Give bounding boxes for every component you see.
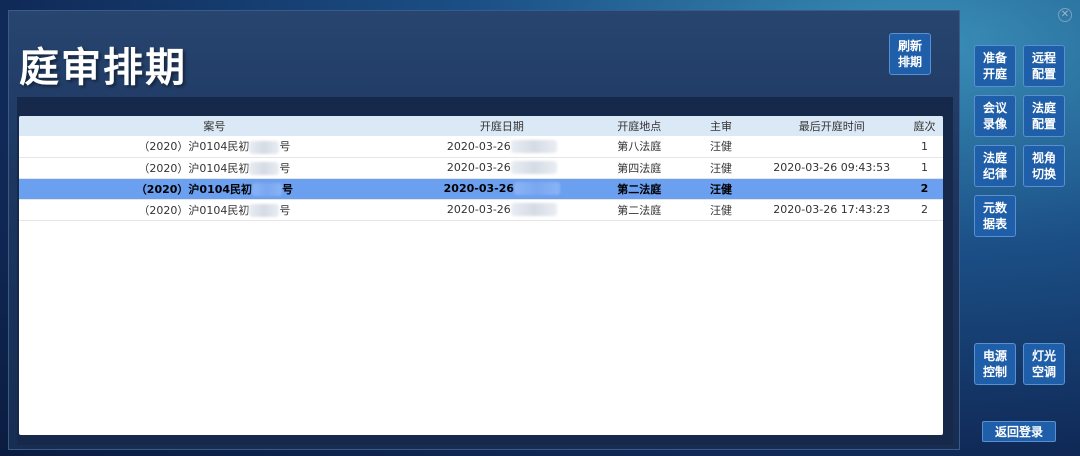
column-header-case-number[interactable]: 案号 <box>19 116 410 136</box>
hearing-date: 2020-03-26 <box>446 139 511 153</box>
case-number-suffix: 号 <box>282 182 294 196</box>
redacted-time <box>514 182 561 196</box>
case-number-prefix: （2020）沪0104民初 <box>138 161 250 175</box>
column-header-judge[interactable]: 主审 <box>685 116 758 136</box>
schedule-table: 案号 开庭日期 开庭地点 主审 最后开庭时间 庭次 （2020）沪0104民初号… <box>19 116 943 435</box>
judge-name: 汪健 <box>684 157 758 179</box>
redacted-time <box>510 161 557 175</box>
redacted-time <box>510 140 557 153</box>
metadata-table-button[interactable]: 元数据表 <box>974 195 1016 237</box>
last-hearing-time: 2020-03-26 09:43:53 <box>757 157 906 179</box>
case-number-suffix: 号 <box>279 140 291 154</box>
power-control-button[interactable]: 电源控制 <box>974 343 1016 385</box>
case-number-suffix: 号 <box>279 203 291 217</box>
table-row-selected[interactable]: （2020）沪0104民初 号 2020-03-26 第二法庭 汪健 2 <box>19 178 943 200</box>
back-to-login-button[interactable]: 返回登录 <box>982 421 1056 442</box>
close-icon[interactable]: ✕ <box>1058 8 1072 22</box>
hearing-date: 2020-03-26 <box>446 160 511 174</box>
judge-name: 汪健 <box>684 136 758 158</box>
redacted-time <box>510 203 557 217</box>
last-hearing-time: 2020-03-26 17:43:23 <box>757 199 906 221</box>
session-count: 1 <box>905 157 943 179</box>
prepare-hearing-button[interactable]: 准备开庭 <box>974 45 1016 87</box>
view-switch-button[interactable]: 视角切换 <box>1023 145 1065 187</box>
lights-ac-button[interactable]: 灯光空调 <box>1023 343 1065 385</box>
redacted-text <box>249 204 280 217</box>
case-number-suffix: 号 <box>279 161 291 175</box>
remote-config-button[interactable]: 远程配置 <box>1023 45 1065 87</box>
table-row[interactable]: （2020）沪0104民初 号 2020-03-26 第二法庭 汪健 2020-0… <box>19 199 943 221</box>
column-header-hearing-date[interactable]: 开庭日期 <box>410 116 594 136</box>
column-header-session-count[interactable]: 庭次 <box>906 116 943 136</box>
session-count: 1 <box>905 136 943 158</box>
table-header-row: 案号 开庭日期 开庭地点 主审 最后开庭时间 庭次 <box>19 116 943 136</box>
refresh-schedule-button[interactable]: 刷新排期 <box>889 33 931 75</box>
case-number-prefix: （2020）沪0104民初 <box>135 182 253 196</box>
judge-name: 汪健 <box>684 178 758 200</box>
hearing-date: 2020-03-26 <box>446 202 511 216</box>
last-hearing-time <box>757 178 906 200</box>
table-row[interactable]: （2020）沪0104民初 号 2020-03-26 第四法庭 汪健 2020-0… <box>19 157 943 179</box>
column-header-location[interactable]: 开庭地点 <box>594 116 685 136</box>
session-count: 2 <box>905 199 943 221</box>
last-hearing-time <box>757 136 906 158</box>
hearing-location: 第四法庭 <box>593 157 685 179</box>
table-row[interactable]: （2020）沪0104民初 号 2020-03-26 第八法庭 汪健 1 <box>19 136 943 158</box>
hearing-location: 第二法庭 <box>593 178 685 200</box>
case-number-prefix: （2020）沪0104民初 <box>138 203 250 217</box>
hearing-location: 第八法庭 <box>593 136 685 158</box>
page-title: 庭审排期 <box>19 45 187 91</box>
session-count: 2 <box>905 178 943 200</box>
column-header-last-hearing-time[interactable]: 最后开庭时间 <box>757 116 906 136</box>
redacted-text <box>249 162 280 175</box>
hearing-location: 第二法庭 <box>593 199 685 221</box>
court-config-button[interactable]: 法庭配置 <box>1023 95 1065 137</box>
hearing-date: 2020-03-26 <box>443 181 515 195</box>
redacted-text <box>252 183 283 196</box>
redacted-text <box>249 140 280 154</box>
meeting-recording-button[interactable]: 会议录像 <box>974 95 1016 137</box>
court-discipline-button[interactable]: 法庭纪律 <box>974 145 1016 187</box>
judge-name: 汪健 <box>684 199 758 221</box>
case-number-prefix: （2020）沪0104民初 <box>138 140 250 154</box>
